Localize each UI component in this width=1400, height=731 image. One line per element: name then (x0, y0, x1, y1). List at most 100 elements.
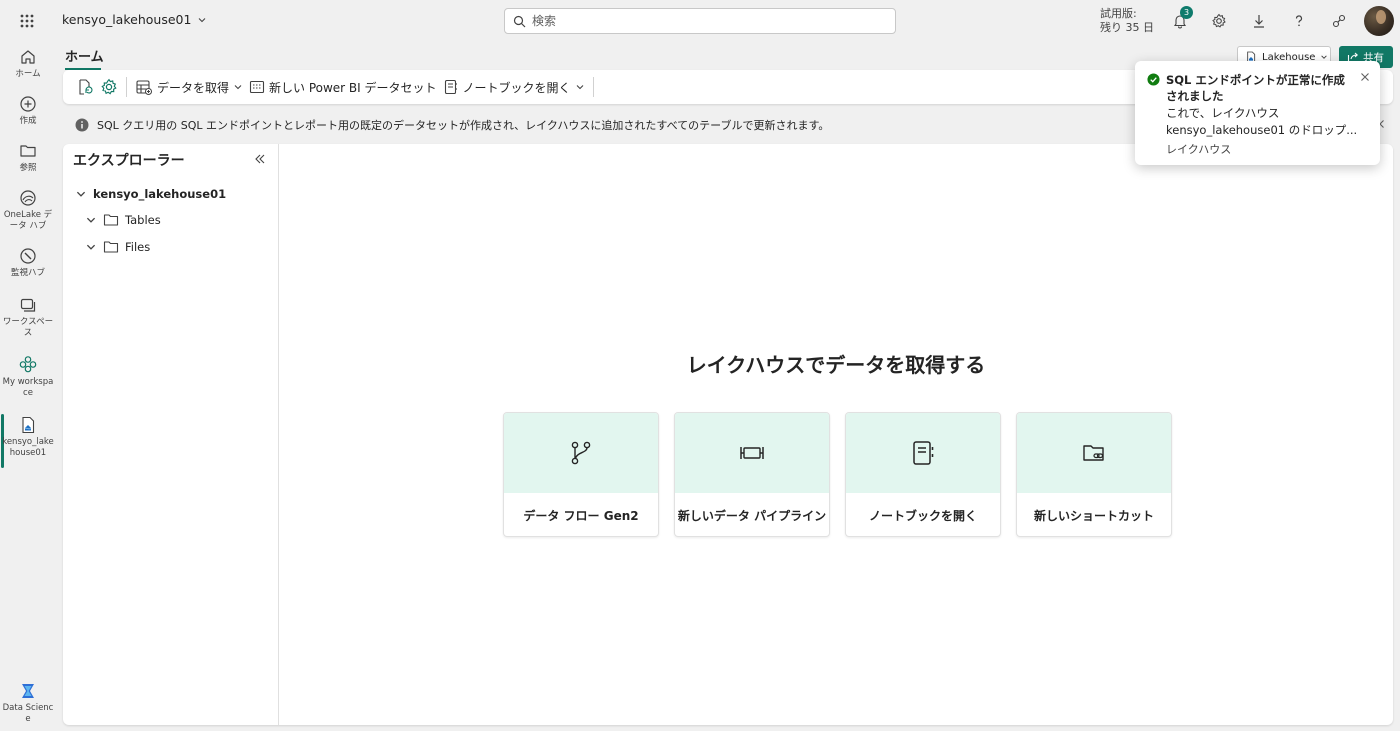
table-add-icon (135, 78, 153, 96)
card-label: ノートブックを開く (868, 508, 977, 523)
rail-item-home[interactable]: ホーム (0, 48, 56, 80)
new-dataset-label: 新しい Power BI データセット (269, 80, 437, 95)
toast-lakehouse-link[interactable]: レイクハウス (1166, 141, 1231, 157)
get-data-heading: レイクハウスでデータを取得する (686, 353, 986, 377)
settings-button[interactable] (1208, 10, 1230, 32)
branch-icon (569, 440, 593, 466)
app-launcher-icon[interactable] (14, 9, 40, 33)
folder-icon (103, 240, 119, 254)
avatar[interactable] (1364, 6, 1394, 36)
rail-item-label: 作成 (19, 116, 37, 126)
double-chevron-left-icon (253, 152, 267, 166)
get-data-label: データを取得 (157, 80, 230, 95)
chevron-down-icon[interactable] (85, 214, 97, 226)
rail-item-label: 参照 (19, 163, 37, 173)
help-button[interactable] (1288, 10, 1310, 32)
card-label: データ フロー Gen2 (523, 508, 639, 523)
notebook-icon (911, 440, 935, 466)
folder-link-icon (1082, 442, 1106, 464)
lakehouse-icon (19, 416, 37, 434)
notification-count-badge: 3 (1180, 6, 1193, 19)
info-message-text: SQL クエリ用の SQL エンドポイントとレポート用の既定のデータセットが作成… (97, 119, 830, 132)
ribbon-divider (592, 77, 594, 97)
search-icon (513, 15, 526, 28)
gear-icon (100, 78, 118, 96)
tree-item-lakehouse-root[interactable]: kensyo_lakehouse01 (75, 187, 226, 201)
share-link-icon (1331, 13, 1347, 29)
search-input[interactable] (532, 14, 872, 28)
rail-item-lakehouse[interactable]: kensyo_lakehouse01 (0, 416, 56, 459)
rail-item-label: ワークスペース (2, 317, 54, 338)
main-panel: エクスプローラー kensyo_lakehouse01 Tables Files… (63, 144, 1393, 725)
rail-item-data-science[interactable]: Data Science (0, 682, 56, 725)
get-data-button[interactable]: データを取得 (132, 74, 246, 100)
workspaces-icon (19, 296, 37, 314)
chevron-down-icon (575, 82, 585, 92)
toast-body-line: これで、レイクハウス (1166, 106, 1280, 120)
toast-body-line: kensyo_lakehouse01 のドロップ... (1166, 123, 1358, 137)
rail-item-label: ホーム (15, 69, 41, 79)
card-new-pipeline[interactable]: 新しいデータ パイプライン (674, 412, 830, 537)
tree-item-files[interactable]: Files (85, 240, 150, 254)
explorer-title: エクスプローラー (73, 153, 185, 169)
info-icon (75, 118, 89, 132)
search-box[interactable] (504, 8, 896, 34)
rail-item-my-workspace[interactable]: My workspace (0, 354, 56, 399)
collapse-pane-button[interactable] (253, 152, 267, 166)
notifications-button[interactable]: 3 (1169, 6, 1193, 32)
chevron-down-icon[interactable] (85, 241, 97, 253)
chevron-down-icon (197, 15, 207, 25)
tab-home[interactable]: ホーム (65, 46, 104, 70)
close-icon[interactable] (1359, 71, 1371, 83)
rail-item-label: kensyo_lakehouse01 (2, 437, 54, 458)
monitor-icon (19, 247, 37, 265)
explorer-pane: エクスプローラー kensyo_lakehouse01 Tables Files (63, 144, 279, 725)
rail-item-label: OneLake データ ハブ (3, 210, 53, 231)
refresh-button[interactable] (73, 74, 97, 100)
toast-title: SQL エンドポイントが正常に作成されました (1166, 73, 1345, 103)
rail-item-create[interactable]: 作成 (0, 95, 56, 127)
workspace-switcher[interactable]: kensyo_lakehouse01 (62, 12, 207, 27)
rail-item-onelake-hub[interactable]: OneLake データ ハブ (0, 189, 56, 232)
rail-item-workspaces[interactable]: ワークスペース (0, 296, 56, 339)
workspace-name: kensyo_lakehouse01 (62, 12, 192, 27)
gear-icon (1211, 13, 1227, 29)
tree-item-label: kensyo_lakehouse01 (93, 187, 227, 201)
trial-label: 試用版: (1100, 7, 1137, 20)
chevron-down-icon (1320, 53, 1328, 61)
open-notebook-label: ノートブックを開く (462, 80, 571, 95)
notification-toast: SQL エンドポイントが正常に作成されました これで、レイクハウス kensyo… (1135, 61, 1380, 165)
card-icon-area (846, 413, 1000, 493)
add-circle-icon (19, 95, 37, 113)
folder-icon (19, 142, 37, 160)
tree-item-tables[interactable]: Tables (85, 213, 161, 227)
trial-days-left: 残り 35 日 (1100, 21, 1154, 34)
tree-item-label: Tables (125, 213, 161, 227)
feedback-button[interactable] (1328, 10, 1350, 32)
checkmark-circle-icon (1147, 73, 1160, 86)
help-icon (1291, 13, 1307, 29)
card-label: 新しいデータ パイプライン (677, 508, 827, 523)
card-label: 新しいショートカット (1033, 508, 1154, 523)
card-open-notebook[interactable]: ノートブックを開く (845, 412, 1001, 537)
pipeline-icon (739, 442, 765, 464)
new-dataset-button[interactable]: 新しい Power BI データセット (246, 74, 440, 100)
card-new-shortcut[interactable]: 新しいショートカット (1016, 412, 1172, 537)
rail-item-label: 監視ハブ (10, 268, 45, 278)
chevron-down-icon (233, 82, 243, 92)
rail-item-monitoring-hub[interactable]: 監視ハブ (0, 247, 56, 279)
left-rail: ホーム 作成 参照 OneLake データ ハブ 監視ハブ ワークスペース My… (0, 42, 56, 731)
rail-item-label: Data Science (2, 703, 54, 724)
chevron-down-icon[interactable] (75, 188, 87, 200)
dataset-icon (249, 79, 265, 95)
card-dataflow-gen2[interactable]: データ フロー Gen2 (503, 412, 659, 537)
card-icon-area (1017, 413, 1171, 493)
tree-item-label: Files (125, 240, 151, 254)
open-notebook-button[interactable]: ノートブックを開く (440, 74, 588, 100)
trial-status: 試用版: 残り 35 日 (1100, 7, 1154, 35)
download-icon (1251, 13, 1267, 29)
settings-button[interactable] (97, 74, 121, 100)
download-button[interactable] (1248, 10, 1270, 32)
notebook-icon (443, 79, 459, 95)
rail-item-browse[interactable]: 参照 (0, 142, 56, 174)
